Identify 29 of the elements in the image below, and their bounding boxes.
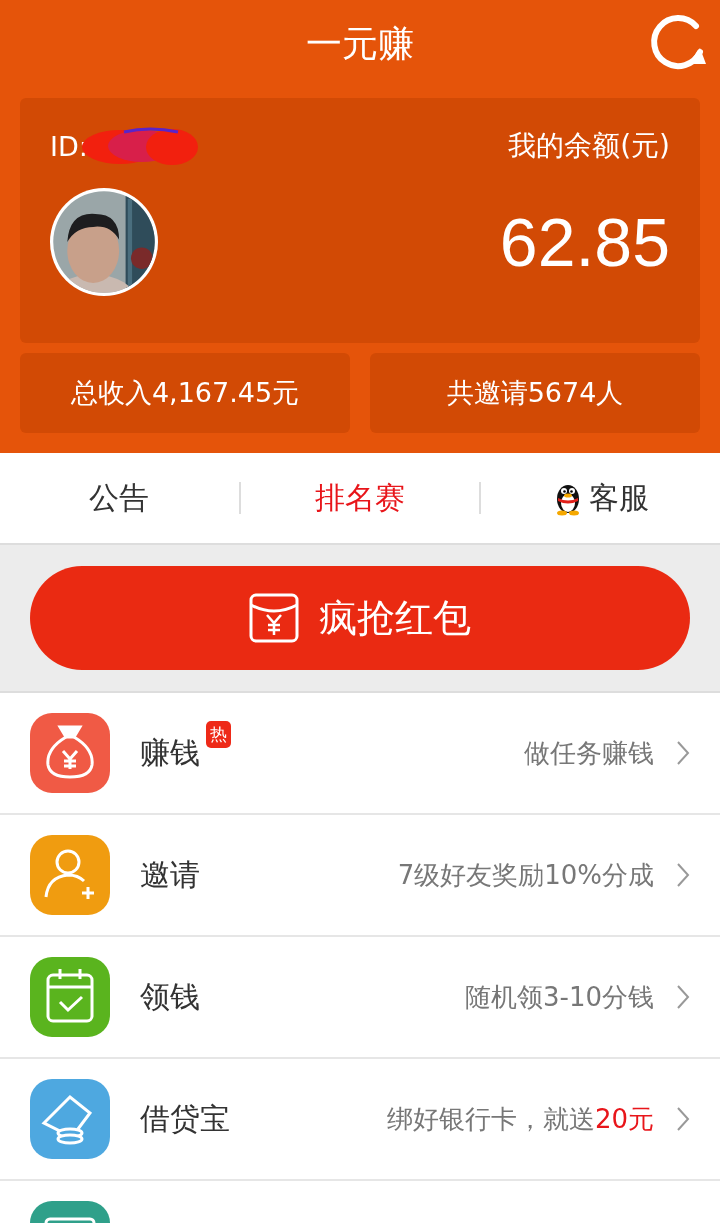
balance-label: 我的余额(元) <box>508 128 670 164</box>
grab-envelope-button[interactable]: 疯抢红包 <box>30 566 690 670</box>
menu-description: 7级好友奖励10%分成 <box>397 858 654 892</box>
chevron-right-icon <box>676 984 690 1010</box>
balance-amount: 62.85 <box>499 203 670 281</box>
menu-label: 邀请 <box>140 855 200 894</box>
refresh-icon[interactable] <box>648 12 708 72</box>
stat-box: 共邀请5674人 <box>370 353 700 433</box>
menu-description: 做任务赚钱 <box>524 736 654 770</box>
menu-label: 领钱 <box>140 977 200 1016</box>
tab[interactable]: 客服 <box>481 476 720 520</box>
stat-box: 总收入4,167.45元 <box>20 353 350 433</box>
chevron-right-icon <box>676 862 690 888</box>
menu-row[interactable]: 邀请 7级好友奖励10%分成 <box>0 815 720 937</box>
menu-description: 随机领3-10分钱 <box>465 980 654 1014</box>
menu-label: 赚钱 <box>140 733 200 772</box>
menu-row[interactable]: 借贷宝 绑好银行卡，就送20元 <box>0 1059 720 1181</box>
menu-row[interactable]: 赚钱 热 做任务赚钱 <box>0 693 720 815</box>
envelope-icon <box>249 593 299 643</box>
menu-label: 借贷宝 <box>140 1099 230 1138</box>
user-id-label: ID: <box>50 130 88 162</box>
menu-row[interactable]: 领钱 随机领3-10分钱 <box>0 937 720 1059</box>
hot-badge: 热 <box>206 721 231 748</box>
app-title: 一元赚 <box>306 21 414 66</box>
menu-description: 绑好银行卡，就送20元 <box>386 1102 654 1136</box>
chevron-right-icon <box>676 740 690 766</box>
tab[interactable]: 排名赛 <box>240 476 480 520</box>
chevron-right-icon <box>676 1106 690 1132</box>
tab[interactable]: 公告 <box>0 476 239 520</box>
